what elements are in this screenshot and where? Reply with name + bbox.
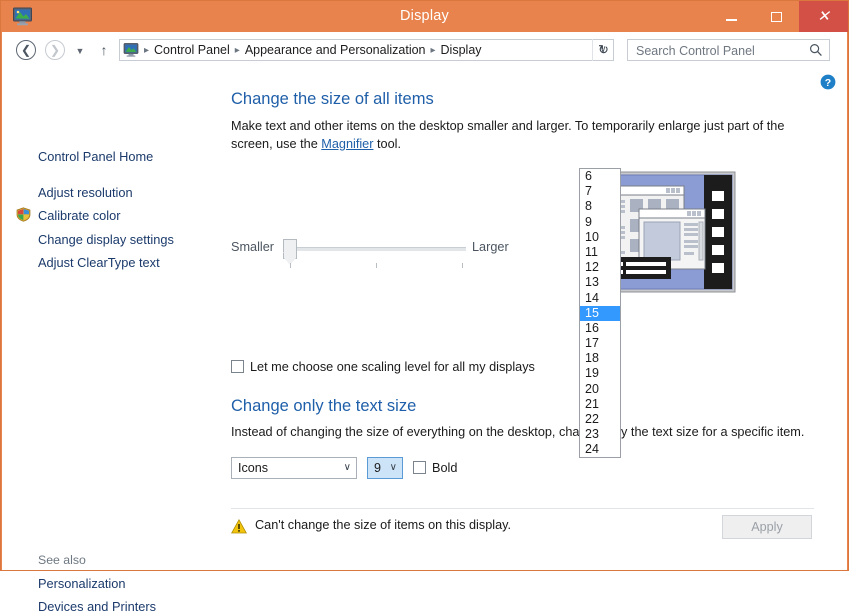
- page-title: Change the size of all items: [231, 90, 434, 108]
- search-input[interactable]: [634, 40, 803, 62]
- content-area: ? Control Panel Home Adjust resolution C…: [2, 67, 847, 614]
- dropdown-option[interactable]: 16: [580, 321, 620, 336]
- forward-icon[interactable]: ❯: [45, 40, 65, 60]
- dropdown-option[interactable]: 8: [580, 199, 620, 214]
- sidebar: Control Panel Home Adjust resolution Cal…: [2, 67, 217, 614]
- breadcrumb-separator: ▸: [430, 44, 436, 56]
- breadcrumb-separator: ▸: [234, 44, 240, 56]
- sidebar-item-calibrate-color[interactable]: Calibrate color: [38, 208, 121, 223]
- sidebar-item-control-panel-home[interactable]: Control Panel Home: [38, 149, 153, 164]
- shield-icon: [16, 207, 31, 222]
- refresh-icon[interactable]: ↻: [592, 39, 614, 61]
- window-controls: ✕: [709, 1, 848, 32]
- font-size-dropdown-list[interactable]: 6 7 8 9 10 11 12 13 14 15 16 17 18 19 20 21 22 23 24: [579, 168, 621, 458]
- dropdown-option[interactable]: 21: [580, 397, 620, 412]
- size-description-part1: Make text and other items on the desktop…: [231, 119, 785, 151]
- dropdown-option[interactable]: 10: [580, 230, 620, 245]
- back-icon[interactable]: ❮: [16, 40, 36, 60]
- warning-triangle-icon: [231, 518, 247, 534]
- dropdown-option[interactable]: 11: [580, 245, 620, 260]
- minimize-button[interactable]: [709, 1, 754, 32]
- dropdown-option[interactable]: 24: [580, 442, 620, 457]
- title-bar: Display ✕: [1, 1, 848, 32]
- chevron-down-icon[interactable]: ∨: [390, 458, 397, 478]
- dropdown-option[interactable]: 9: [580, 215, 620, 230]
- dropdown-option[interactable]: 12: [580, 260, 620, 275]
- magnifier-link[interactable]: Magnifier: [321, 137, 373, 151]
- sidebar-item-adjust-resolution[interactable]: Adjust resolution: [38, 185, 133, 200]
- dropdown-option[interactable]: 20: [580, 382, 620, 397]
- dropdown-option[interactable]: 18: [580, 351, 620, 366]
- item-type-value: Icons: [238, 461, 269, 475]
- slider-min-label: Smaller: [231, 240, 275, 254]
- sidebar-item-change-display-settings[interactable]: Change display settings: [38, 232, 174, 247]
- up-level-arrow-icon[interactable]: ↑: [97, 42, 111, 58]
- dropdown-option[interactable]: 13: [580, 275, 620, 290]
- scaling-checkbox[interactable]: [231, 360, 244, 373]
- dropdown-option[interactable]: 17: [580, 336, 620, 351]
- see-also-label: See also: [38, 553, 86, 567]
- main-panel: Change the size of all items Make text a…: [217, 67, 847, 570]
- bold-checkbox[interactable]: [413, 461, 426, 474]
- size-description: Make text and other items on the desktop…: [231, 117, 815, 153]
- scaling-slider-thumb[interactable]: [283, 239, 297, 266]
- section-title-text-size: Change only the text size: [231, 397, 417, 415]
- dropdown-option[interactable]: 15: [580, 305, 620, 321]
- search-box[interactable]: [627, 39, 830, 62]
- dropdown-option[interactable]: 14: [580, 291, 620, 306]
- display-settings-window: Display ✕ ❮ ❯ ▼ ↑ ▸ Control Panel ▸ Appe…: [0, 0, 849, 614]
- item-type-select[interactable]: Icons ∨: [231, 457, 357, 479]
- bold-checkbox-label: Bold: [432, 461, 458, 475]
- sidebar-item-devices-and-printers[interactable]: Devices and Printers: [38, 599, 156, 614]
- slider-tick: [462, 263, 463, 268]
- address-display-icon: [123, 42, 139, 58]
- breadcrumb-appearance[interactable]: Appearance and Personalization: [245, 43, 426, 57]
- dropdown-option[interactable]: 6: [580, 169, 620, 184]
- warning-message: Can't change the size of items on this d…: [255, 518, 512, 532]
- dropdown-option[interactable]: 23: [580, 427, 620, 442]
- size-description-part2: tool.: [373, 137, 401, 151]
- slider-tick: [290, 263, 291, 268]
- apply-button[interactable]: Apply: [722, 515, 812, 539]
- navigation-bar: ❮ ❯ ▼ ↑ ▸ Control Panel ▸ Appearance and…: [2, 32, 847, 67]
- scaling-slider-track[interactable]: [291, 247, 466, 251]
- address-bar[interactable]: ▸ Control Panel ▸ Appearance and Persona…: [119, 39, 614, 61]
- footer-divider: [231, 508, 814, 509]
- scaling-checkbox-label: Let me choose one scaling level for all …: [250, 360, 535, 374]
- close-button[interactable]: ✕: [799, 1, 848, 32]
- sidebar-item-adjust-cleartype-text[interactable]: Adjust ClearType text: [38, 255, 160, 270]
- font-size-select[interactable]: 9 ∨: [367, 457, 403, 479]
- dropdown-option[interactable]: 19: [580, 366, 620, 381]
- dropdown-option[interactable]: 22: [580, 412, 620, 427]
- font-size-value: 9: [374, 461, 382, 475]
- breadcrumb-separator: ▸: [144, 44, 150, 56]
- maximize-button[interactable]: [754, 1, 799, 32]
- chevron-down-icon[interactable]: ∨: [344, 458, 351, 478]
- dropdown-option[interactable]: 7: [580, 184, 620, 199]
- breadcrumb-display[interactable]: Display: [441, 43, 482, 57]
- sidebar-item-personalization[interactable]: Personalization: [38, 576, 126, 591]
- search-icon[interactable]: [809, 43, 823, 57]
- slider-max-label: Larger: [472, 240, 509, 254]
- recent-locations-chevron-down-icon[interactable]: ▼: [74, 47, 86, 56]
- text-size-description: Instead of changing the size of everythi…: [231, 425, 805, 439]
- slider-tick: [376, 263, 377, 268]
- breadcrumb-control-panel[interactable]: Control Panel: [154, 43, 230, 57]
